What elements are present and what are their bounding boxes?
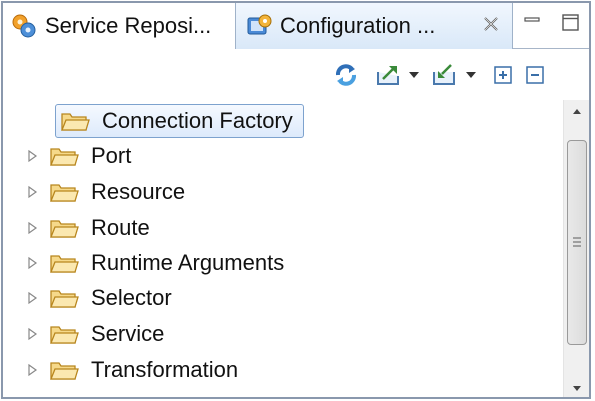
folder-icon <box>49 322 79 346</box>
tree-item-label: Route <box>91 214 150 240</box>
view-panel: Service Reposi... Configuration ... Conn… <box>1 1 591 399</box>
scroll-up-icon[interactable] <box>564 100 589 122</box>
tree-item-label: Connection Factory <box>102 107 293 133</box>
tree-item-transformation[interactable]: Transformation <box>27 352 242 387</box>
expand-arrow-icon[interactable] <box>27 149 39 163</box>
refresh-icon[interactable] <box>333 62 359 88</box>
configuration-icon <box>246 13 272 39</box>
tab-label: Configuration ... <box>280 13 436 38</box>
folder-icon <box>49 251 79 275</box>
import-dropdown-icon[interactable] <box>465 62 477 88</box>
configuration-tree: Connection Factory Port Resource Route R… <box>3 100 563 397</box>
folder-icon <box>49 286 79 310</box>
close-icon[interactable] <box>482 15 500 33</box>
grip-icon <box>573 237 581 247</box>
tab-service-repository[interactable]: Service Reposi... <box>3 3 235 49</box>
tree-item-route[interactable]: Route <box>27 210 154 245</box>
expand-arrow-icon[interactable] <box>27 185 39 199</box>
folder-icon <box>49 144 79 168</box>
vertical-scrollbar[interactable] <box>563 100 589 397</box>
tree-item-connection-factory[interactable]: Connection Factory <box>55 103 304 138</box>
tree-item-runtime-arguments[interactable]: Runtime Arguments <box>27 245 288 280</box>
scroll-thumb[interactable] <box>567 140 587 345</box>
tree-item-label: Resource <box>91 178 186 204</box>
tab-label: Service Reposi... <box>45 13 212 38</box>
expand-arrow-icon[interactable] <box>27 363 39 377</box>
service-repository-icon <box>11 13 37 39</box>
tree-item-label: Port <box>91 142 132 168</box>
tree-item-label: Transformation <box>91 356 239 382</box>
export-icon[interactable] <box>375 62 403 88</box>
expand-arrow-icon[interactable] <box>27 291 39 305</box>
expand-arrow-icon[interactable] <box>27 256 39 270</box>
tab-strip: Service Reposi... Configuration ... <box>3 3 589 49</box>
maximize-icon[interactable] <box>561 13 581 33</box>
tree-item-resource[interactable]: Resource <box>27 174 189 209</box>
folder-icon <box>49 358 79 382</box>
view-toolbar <box>3 50 589 100</box>
tree-item-label: Selector <box>91 284 172 310</box>
expand-all-icon[interactable] <box>491 62 515 88</box>
tree-item-service[interactable]: Service <box>27 316 168 351</box>
expand-arrow-icon[interactable] <box>27 327 39 341</box>
folder-icon <box>49 216 79 240</box>
tree-item-selector[interactable]: Selector <box>27 280 176 315</box>
tree-item-port[interactable]: Port <box>27 138 135 173</box>
import-icon[interactable] <box>431 62 459 88</box>
minimize-icon[interactable] <box>523 13 543 33</box>
tree-item-label: Service <box>91 320 165 346</box>
folder-icon <box>60 109 90 133</box>
collapse-all-icon[interactable] <box>523 62 547 88</box>
scroll-down-icon[interactable] <box>564 378 589 397</box>
export-dropdown-icon[interactable] <box>408 62 420 88</box>
tab-configuration[interactable]: Configuration ... <box>235 3 513 49</box>
tree-item-label: Runtime Arguments <box>91 249 285 275</box>
expand-arrow-icon[interactable] <box>27 221 39 235</box>
folder-icon <box>49 180 79 204</box>
